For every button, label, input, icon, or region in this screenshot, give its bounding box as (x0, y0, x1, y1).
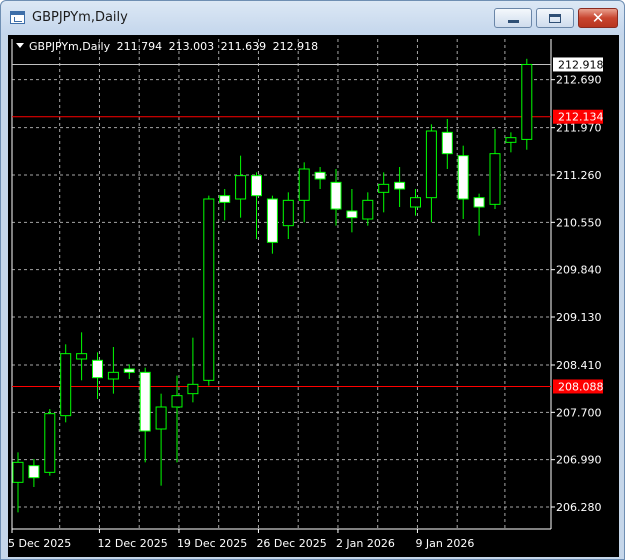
maximize-button[interactable] (536, 8, 574, 28)
ohlc-symbol: GBPJPYm,Daily (29, 40, 111, 53)
candle-bullish (282, 199, 294, 227)
x-axis-tick-label: 9 Jan 2026 (415, 537, 474, 550)
close-icon: ✕ (591, 8, 605, 27)
candle-bullish (187, 383, 199, 395)
y-axis-tick-label: 206.280 (556, 501, 602, 514)
chart-window: GBPJPYm,Daily ✕ 212.690 211.970 211.260 210… (0, 0, 625, 560)
candle-bullish (489, 153, 501, 205)
candle-bullish (235, 175, 247, 200)
x-axis-tick-label: 26 Dec 2025 (256, 537, 326, 550)
y-axis-tick-label: 209.130 (556, 311, 602, 324)
window-title: GBPJPYm,Daily (32, 10, 128, 25)
chart-menu-triangle-icon[interactable] (16, 43, 24, 48)
candle-bullish (410, 197, 421, 208)
candle-bullish (76, 353, 88, 360)
candle-bullish (60, 353, 72, 417)
x-axis-tick-label: 19 Dec 2025 (177, 537, 247, 550)
maximize-icon (549, 13, 561, 23)
candle-bearish (346, 210, 358, 219)
x-axis-tick-label: 2 Jan 2026 (336, 537, 395, 550)
y-axis-tick-label: 211.260 (556, 169, 602, 182)
price-level-label: 208.088 (558, 380, 604, 393)
y-axis-tick-label: 208.410 (556, 359, 602, 372)
chart-window-icon[interactable] (10, 11, 25, 24)
candle-bullish (171, 395, 183, 408)
ohlc-header: GBPJPYm,Daily 211.794 213.003 211.639 21… (16, 40, 321, 53)
candle-bearish (314, 171, 326, 180)
candle-bullish (44, 413, 56, 473)
x-axis-tick-label: 5 Dec 2025 (8, 537, 71, 550)
candle-bullish (12, 461, 24, 483)
ohlc-open: 211.794 (116, 40, 163, 53)
candle-bearish (219, 195, 231, 203)
price-chart[interactable]: 212.690 211.970 211.260 210.550 209.840 209.1… (8, 35, 619, 557)
candle-bearish (123, 368, 135, 373)
y-axis-tick-label: 212.690 (556, 74, 602, 87)
price-level-label: 212.134 (558, 111, 604, 124)
candle-bullish (521, 63, 533, 140)
ohlc-close: 212.918 (272, 40, 319, 53)
title-bar[interactable]: GBPJPYm,Daily ✕ (1, 1, 624, 35)
candle-bearish (473, 197, 485, 208)
minimize-icon (507, 19, 519, 23)
candle-bearish (139, 371, 151, 432)
chart-canvas[interactable]: 212.690211.970211.260210.550209.840209.1… (8, 35, 619, 557)
y-axis-tick-label: 209.840 (556, 264, 602, 277)
candle-bullish (203, 198, 215, 381)
candle-bullish (425, 130, 437, 199)
candle-bearish (92, 359, 103, 379)
candle-bullish (107, 371, 119, 380)
candle-bullish (298, 168, 310, 201)
candle-bullish (362, 199, 374, 220)
y-axis-tick-label: 206.990 (556, 454, 602, 467)
ohlc-high: 213.003 (168, 40, 215, 53)
candle-bullish (378, 183, 390, 193)
candle-bullish (505, 137, 517, 143)
candle-bullish (155, 406, 167, 430)
candle-bearish (266, 198, 278, 243)
candle-bearish (330, 181, 342, 210)
y-axis-tick-label: 207.700 (556, 406, 602, 419)
candle-bearish (251, 175, 262, 197)
candle-bearish (441, 131, 453, 155)
ohlc-low: 211.639 (220, 40, 267, 53)
candle-bearish (28, 465, 40, 479)
candle-bearish (394, 181, 406, 190)
candle-bearish (457, 155, 469, 200)
y-axis-tick-label: 210.550 (556, 216, 602, 229)
bid-price-label: 212.918 (558, 58, 604, 71)
x-axis-tick-label: 12 Dec 2025 (97, 537, 167, 550)
close-button[interactable]: ✕ (578, 8, 618, 28)
minimize-button[interactable] (494, 8, 532, 28)
